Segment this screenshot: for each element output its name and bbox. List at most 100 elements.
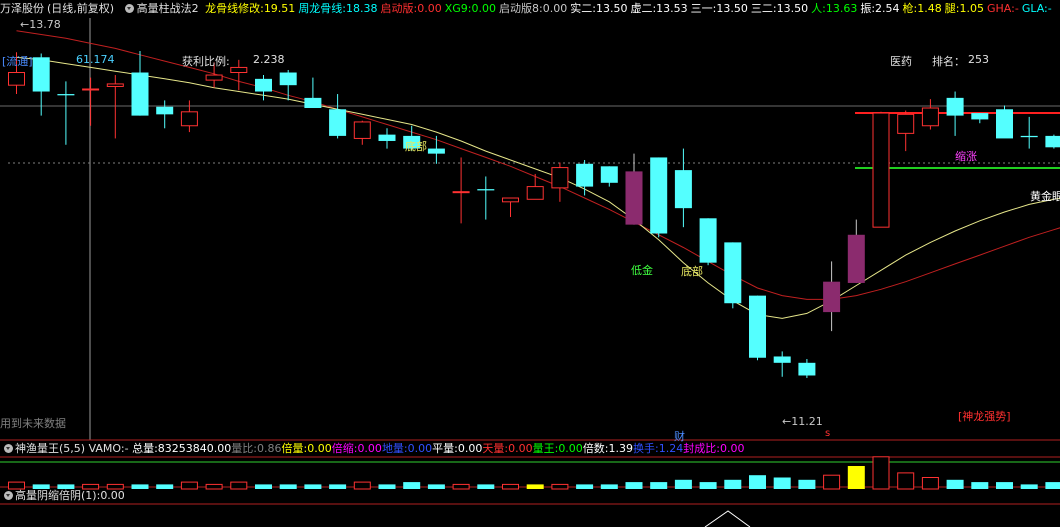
volume-item-value-8: 1.39 [608,442,634,455]
candle-body-down [674,170,692,209]
candlesticks [8,50,1060,379]
candle-body-highlight [625,171,643,225]
chart-grid [0,18,1060,505]
liutong-label: [流通] [2,55,33,68]
candle-body-down [699,218,717,263]
volume-panel-name[interactable]: 神渔量王(5,5) [15,442,85,455]
candle-body-down [427,148,445,154]
volume-bar-up [872,456,890,490]
vamo-label: VAMO: [88,442,125,455]
shenlong-label: [神龙强势] [958,410,1011,423]
candle-body-down [255,78,272,92]
volume-bar-yellow [847,466,865,489]
dropdown-circle-icon[interactable] [4,443,13,453]
future-data-note: 用到未来数据 [0,417,66,430]
volume-item-label-7: 量王: [532,442,559,455]
candle-body-down [378,134,396,141]
candle-body-up [897,113,915,134]
candle-body-up [205,74,223,81]
candle-body-down [156,106,174,115]
vamo-value: - [124,442,129,455]
price-low-label: ←11.21 [782,415,823,428]
candle-body-up [526,186,544,200]
volume-item-label-5: 平量: [432,442,458,455]
volume-item-value-0: 83253840.00 [157,442,232,455]
candle-body-highlight [823,281,841,313]
price-high-arrow: ← [20,18,30,31]
volume-item-label-8: 倍数: [582,442,609,455]
volume-item-label-10: 封成比: [683,442,720,455]
bottom-indicator [704,510,751,527]
candle-body-down [946,97,964,116]
bottom-panel-name[interactable]: 高量阴缩倍阴(1) [15,489,97,502]
rank-label: 排名： [932,55,965,68]
candle-body-up [502,197,519,203]
volume-item-value-9: 1.24 [658,442,684,455]
volume-item-value-10: 0.00 [719,442,745,455]
volume-item-label-6: 天量: [482,442,509,455]
candle-body-up [353,121,371,139]
candle-body-down [57,94,75,96]
candle-body-up [82,88,100,91]
moving-average-lines [16,30,1060,319]
rank-value: 253 [968,53,989,66]
volume-item-value-5: 0.00 [457,442,483,455]
profit-ratio-label: 获利比例: [182,55,230,68]
volume-item-value-1: 0.86 [257,442,282,455]
annotation-s-mark: s [825,428,831,439]
volume-items: 总量:83253840.00量比:0.86倍量:0.00倍缩:0.00地量:0.… [132,442,744,455]
candle-body-highlight [847,234,865,283]
candle-body-down [279,72,297,86]
volume-bar-up [897,472,915,490]
annotation-dibu-1: 底部 [405,140,427,153]
volume-item-value-7: 0.00 [558,442,583,455]
volume-item-label-3: 倍缩: [331,442,358,455]
candle-body-down [650,157,668,234]
ma-line-red [16,30,1060,300]
volume-item-value-4: 0.00 [407,442,433,455]
bottom-indicator-peak [704,510,751,527]
candle-body-down [798,362,816,376]
price-low-arrow: ← [782,415,792,428]
candle-body-down [600,166,618,183]
volume-item-value-2: 0.00 [307,442,332,455]
annotation-dibu-2: 底部 [681,265,703,278]
volume-item-label-2: 倍量: [281,442,308,455]
price-high-label: ←13.78 [20,18,61,31]
annotation-dijin: 低金 [631,264,653,277]
volume-item-label-0: 总量: [132,442,158,455]
candle-body-down [32,57,50,92]
volume-item-value-6: 0.00 [508,442,533,455]
candle-body-down [477,189,495,191]
candle-body-down [1020,135,1038,138]
volume-item-label-9: 换手: [633,442,659,455]
candle-body-down [773,356,791,363]
candle-body-down [996,109,1013,139]
profit-ratio-value: 2.238 [253,53,285,66]
candle-body-down [576,163,594,187]
candle-body-down [724,242,742,304]
volume-info-bar: 神渔量王(5,5) VAMO:- 总量:83253840.00量比:0.86倍量… [0,441,1060,457]
candle-body-down [304,97,322,109]
annotation-suozhang: 缩涨 [955,150,977,163]
candle-body-down [749,295,766,358]
candle-body-down [1045,135,1060,148]
volume-bar-down [749,475,766,489]
volume-item-value-3: 0.00 [357,442,382,455]
liutong-value: 61.174 [76,53,115,66]
candle-body-down [971,113,989,120]
candle-body-up [230,66,248,74]
bottom-info-bar: 高量阴缩倍阴(1):0.00 [0,488,1060,504]
candle-body-down [131,72,149,116]
candle-body-up [180,111,198,127]
candle-body-up [872,112,890,228]
bottom-panel-value: 0.00 [100,489,125,502]
candle-body-up [452,191,470,194]
candle-body-up [551,167,569,189]
volume-item-label-1: 量比: [231,442,257,455]
candle-body-up [8,72,25,86]
candle-body-up [921,107,939,127]
dropdown-circle-icon[interactable] [4,490,13,500]
volume-bar-up [823,474,841,490]
volume-item-label-4: 地量: [381,442,408,455]
